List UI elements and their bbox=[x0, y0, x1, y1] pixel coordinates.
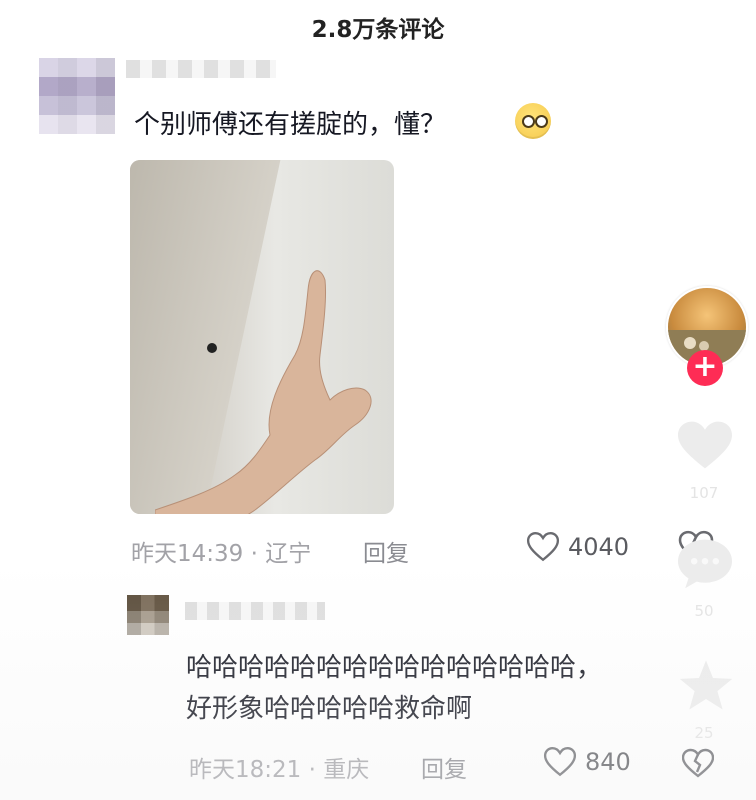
sub-comment-text: 哈哈哈哈哈哈哈哈哈哈哈哈哈哈哈， 好形象哈哈哈哈哈救命啊 bbox=[186, 648, 602, 730]
username-blurred[interactable] bbox=[185, 602, 325, 620]
sub-comment-like-count: 840 bbox=[585, 748, 631, 776]
comment-location: 辽宁 bbox=[265, 541, 312, 567]
comment-image[interactable] bbox=[130, 160, 394, 514]
heart-outline-icon[interactable] bbox=[543, 745, 577, 779]
comment-text: 个别师傅还有搓腚的，懂？ bbox=[134, 110, 447, 140]
favorite-star-icon[interactable] bbox=[678, 658, 734, 712]
sub-comment-meta: 昨天18:21 · 重庆 bbox=[189, 750, 369, 784]
comment-bubble-icon[interactable] bbox=[676, 536, 734, 590]
broken-heart-icon[interactable] bbox=[682, 748, 714, 778]
sub-comment-timestamp: 昨天18:21 bbox=[189, 757, 302, 783]
meta-separator: · bbox=[250, 541, 258, 567]
smirk-emoji-icon bbox=[515, 103, 551, 139]
avatar[interactable] bbox=[39, 58, 115, 134]
like-heart-icon[interactable] bbox=[676, 418, 734, 472]
reply-button[interactable]: 回复 bbox=[363, 534, 409, 568]
comment-like-count: 4040 bbox=[568, 533, 630, 561]
comment-timestamp: 昨天14:39 bbox=[131, 541, 244, 567]
favorite-count: 25 bbox=[694, 724, 714, 742]
username-blurred[interactable] bbox=[126, 60, 276, 78]
hand-illustration bbox=[155, 270, 372, 514]
sub-comment-line: 好形象哈哈哈哈哈救命啊 bbox=[186, 694, 473, 724]
sub-comment-location: 重庆 bbox=[323, 757, 370, 783]
sub-comment-line: 哈哈哈哈哈哈哈哈哈哈哈哈哈哈哈， bbox=[186, 653, 603, 683]
like-count: 107 bbox=[689, 484, 719, 502]
comment-count-title: 2.8万条评论 bbox=[311, 17, 445, 43]
comment-meta: 昨天14:39 · 辽宁 bbox=[131, 534, 311, 568]
avatar[interactable] bbox=[127, 595, 169, 635]
heart-outline-icon[interactable] bbox=[526, 530, 560, 564]
follow-button[interactable]: + bbox=[687, 350, 723, 386]
comment-count: 50 bbox=[694, 602, 714, 620]
reply-button[interactable]: 回复 bbox=[421, 750, 467, 784]
meta-separator: · bbox=[308, 757, 316, 783]
